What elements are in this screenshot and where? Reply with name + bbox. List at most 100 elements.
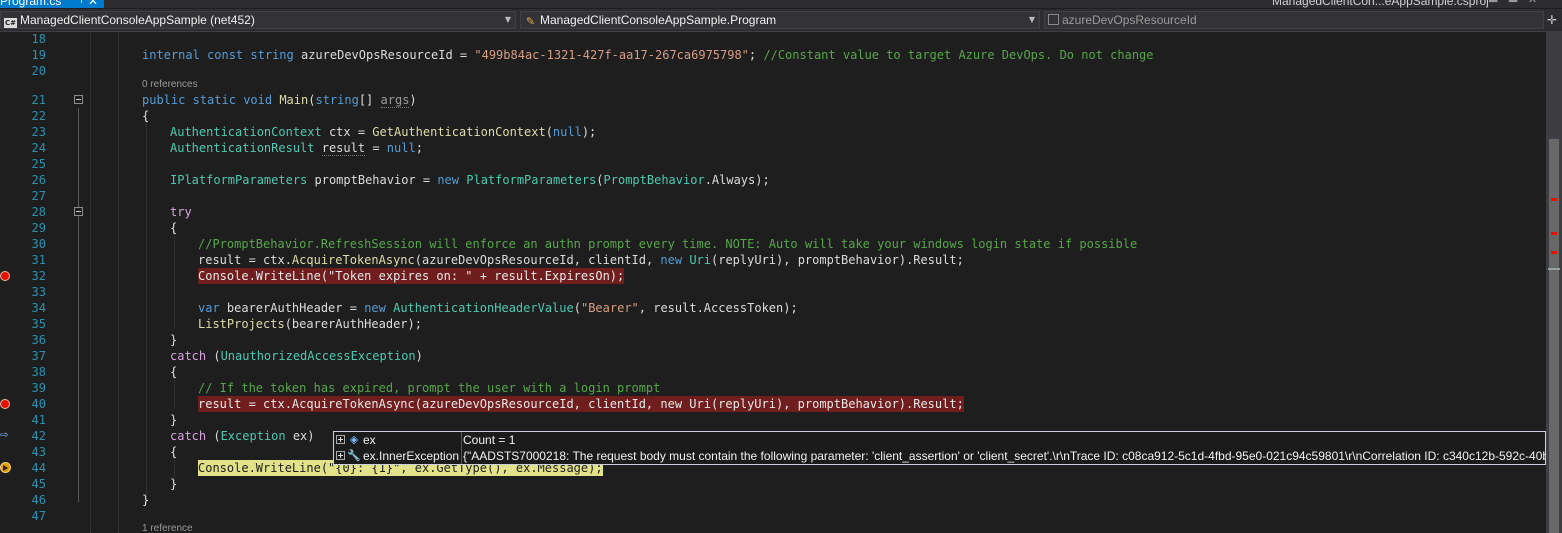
document-tab-csproj[interactable]: ManagedClientCon...eAppSample.csproj [1272,0,1489,8]
code-line-45: 45 } [0,476,1546,492]
line-number: 36 [31,333,46,347]
code-line-23: 23 AuthenticationContext ctx = GetAuthen… [0,124,1546,140]
vertical-scrollbar[interactable] [1546,31,1562,533]
line-number: 37 [31,349,46,363]
code-text: AuthenticationContext ctx = GetAuthentic… [170,125,597,139]
line-number: 43 [31,445,46,459]
line-number: 34 [31,301,46,315]
wrench-icon: 🔧 [347,449,361,462]
code-line-18: 18 [0,31,1546,47]
line-number: 30 [31,237,46,251]
document-tab-strip: Program.cs ⊣ ✕ ManagedClientCon...eAppSa… [0,0,1562,8]
chevron-down-icon: ▼ [1028,15,1035,24]
line-number: 35 [31,317,46,331]
code-line-21: 21 public static void Main(string[] args… [0,92,1546,108]
collapse-region-icon[interactable] [74,95,83,104]
line-number: 39 [31,381,46,395]
code-line-34: 34 var bearerAuthHeader = new Authentica… [0,300,1546,316]
datatip-value: Count = 1 [463,433,516,447]
line-number: 27 [31,189,46,203]
datatip-name: ex.InnerException [363,449,460,463]
line-number: 20 [31,64,46,78]
code-lens-references[interactable]: 1 reference [142,521,542,533]
code-text: { [170,445,178,459]
line-number: 19 [31,48,46,62]
code-line-27: 27 [0,188,1546,204]
code-text: try [170,205,192,219]
code-line-19: 19 internal const string azureDevOpsReso… [0,47,1546,63]
datatip-value: {"AADSTS7000218: The request body must c… [463,449,1546,463]
breakpoint-marker [1551,232,1557,235]
line-number: 18 [31,32,46,46]
breakpoint-icon[interactable] [0,399,10,409]
window-controls: ▬ ▬ ✕ [1488,0,1543,7]
line-number: 31 [31,253,46,267]
line-number: 26 [31,173,46,187]
line-number: 28 [31,205,46,219]
line-number: 32 [31,269,46,283]
window-control-close[interactable]: ✕ [1528,0,1537,6]
split-editor-icon[interactable]: ✛ [1546,13,1558,27]
code-line-30: 30 //PromptBehavior.RefreshSession will … [0,236,1546,252]
code-line-38: 38 { [0,364,1546,380]
code-text: { [170,221,178,235]
code-line-37: 37 catch (UnauthorizedAccessException) [0,348,1546,364]
window-control-maximize[interactable]: ▬ [1508,0,1518,6]
line-number: 21 [31,93,46,107]
code-line-33: 33 [0,284,1546,300]
line-number: 41 [31,413,46,427]
datatip-row-ex[interactable]: ◈ ex Count = 1 [334,432,1545,448]
datatip-row-inner-exception[interactable]: 🔧 ex.InnerException {"AADSTS7000218: The… [334,448,1546,464]
line-number: 24 [31,141,46,155]
line-number: 29 [31,221,46,235]
code-line-35: 35 ListProjects(bearerAuthHeader); [0,316,1546,332]
line-number: 38 [31,365,46,379]
line-number: 22 [31,109,46,123]
project-dropdown[interactable]: C# ManagedClientConsoleAppSample (net452)… [0,11,516,29]
expand-icon[interactable] [336,435,345,444]
code-line-39: 39 // If the token has expired, prompt t… [0,380,1546,396]
collapse-region-icon[interactable] [74,207,83,216]
expand-icon[interactable] [336,451,345,460]
code-line-26: 26 IPlatformParameters promptBehavior = … [0,172,1546,188]
code-line-41: 41 } [0,412,1546,428]
code-text: AuthenticationResult result = null; [170,141,423,156]
line-number: 23 [31,125,46,139]
code-text: { [170,365,178,379]
csharp-project-icon: C# [4,18,17,28]
line-number: 46 [31,493,46,507]
navigation-bar: C# ManagedClientConsoleAppSample (net452)… [0,9,1562,32]
document-tab-label: Program.cs [0,0,62,8]
code-text: catch (Exception ex) [170,429,315,443]
chevron-down-icon: ▼ [504,15,511,24]
code-line-40: 40 result = ctx.AcquireTokenAsync(azureD… [0,396,1546,412]
line-number: 47 [31,509,46,523]
code-text: ListProjects(bearerAuthHeader); [198,317,422,331]
code-text: public static void Main(string[] args) [142,93,417,108]
line-number: 42 [31,429,46,443]
code-text: { [142,109,150,123]
breakpoint-icon[interactable] [0,271,10,281]
datatip-separator [461,432,462,448]
document-tab-program-cs[interactable]: Program.cs ⊣ ✕ [0,0,104,8]
line-number: 33 [31,285,46,299]
code-line-46: 46 } [0,492,1546,508]
project-dropdown-value: ManagedClientConsoleAppSample (net452) [20,13,255,27]
caret-position-marker [1548,268,1560,270]
code-text: IPlatformParameters promptBehavior = new… [170,173,770,187]
member-dropdown[interactable]: azureDevOpsResourceId [1044,11,1544,29]
code-text: var bearerAuthHeader = new Authenticatio… [198,301,798,315]
code-text: internal const string azureDevOpsResourc… [142,48,1154,62]
datatip-name: ex [363,433,376,447]
code-lens-references[interactable]: 0 references [142,77,542,93]
class-dropdown-value: ManagedClientConsoleAppSample.Program [540,13,777,27]
code-text: catch (UnauthorizedAccessException) [170,349,423,363]
close-icon[interactable]: ✕ [88,0,98,8]
code-text: } [170,477,178,491]
call-stack-arrow-icon: ⇨ [0,430,9,441]
window-control-restore[interactable]: ▬ [1488,0,1498,6]
class-dropdown[interactable]: ✎ ManagedClientConsoleAppSample.Program ▼ [520,11,1040,29]
code-text: } [170,413,178,427]
pin-icon[interactable]: ⊣ [74,0,83,7]
code-text: } [170,333,178,347]
